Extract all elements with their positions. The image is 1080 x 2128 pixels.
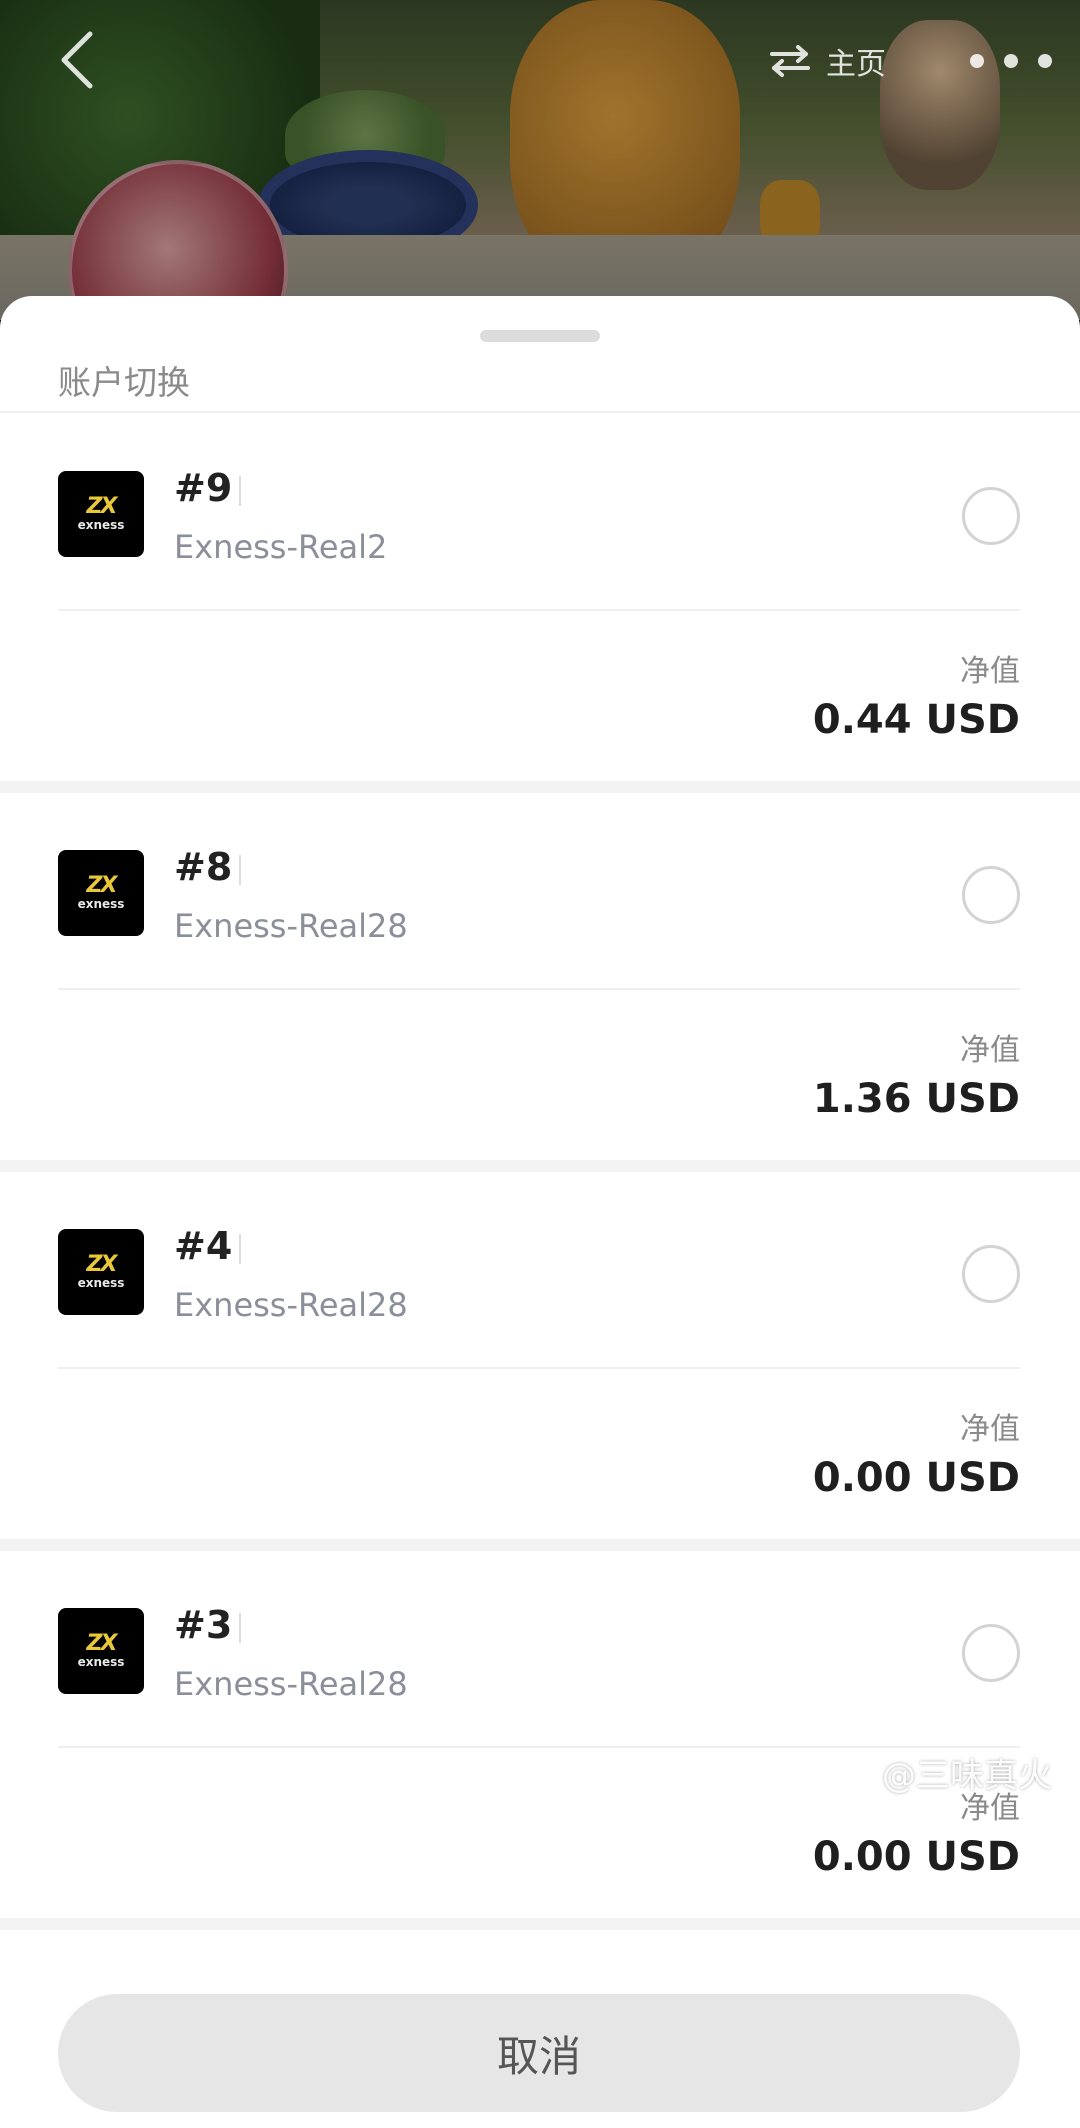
divider (239, 1613, 241, 1643)
back-button[interactable] (50, 28, 110, 92)
divider (239, 476, 241, 506)
account-item[interactable]: ZX exness #8 Exness-Real28 净值 1.36 USD (0, 793, 1080, 1160)
exness-logo: ZX exness (58, 471, 144, 557)
account-server: Exness-Real28 (174, 907, 408, 945)
account-number: #9 (174, 466, 233, 510)
swap-arrows-icon (770, 45, 810, 77)
account-item[interactable]: ZX exness #9 Exness-Real2 净值 0.44 USD (0, 414, 1080, 781)
account-server: Exness-Real28 (174, 1665, 408, 1703)
account-number: #4 (174, 1224, 233, 1268)
equity-value: 0.44 USD (812, 697, 1020, 743)
account-radio[interactable] (962, 1245, 1020, 1303)
more-dot-icon (1004, 54, 1018, 68)
watermark-logo-icon (843, 1757, 875, 1788)
account-radio[interactable] (962, 487, 1020, 545)
equity-label: 净值 (960, 654, 1020, 689)
cancel-button[interactable]: 取消 (58, 1994, 1020, 2112)
account-item[interactable]: ZX exness #3 Exness-Real28 净值 0.00 USD (0, 1551, 1080, 1918)
switch-home-button[interactable]: 主页 (768, 38, 886, 84)
exness-logo: ZX exness (58, 850, 144, 936)
equity-value: 1.36 USD (812, 1076, 1020, 1122)
divider (58, 609, 1020, 611)
more-dot-icon (1038, 54, 1052, 68)
section-gap (0, 1918, 1080, 1930)
account-radio[interactable] (962, 866, 1020, 924)
account-server: Exness-Real2 (174, 528, 388, 566)
home-label: 主页 (826, 47, 886, 82)
more-options-button[interactable] (970, 44, 1052, 78)
equity-value: 0.00 USD (812, 1834, 1020, 1880)
sheet-title: 账户切换 (58, 363, 190, 402)
account-number: #3 (174, 1603, 233, 1647)
cancel-label: 取消 (496, 2031, 581, 2081)
divider (239, 855, 241, 885)
divider (0, 411, 1080, 413)
section-gap (0, 781, 1080, 793)
divider (58, 1367, 1020, 1369)
exness-logo: ZX exness (58, 1229, 144, 1315)
account-radio[interactable] (962, 1624, 1020, 1682)
watermark: @三味真火 (842, 1748, 1052, 1797)
section-gap (0, 1160, 1080, 1172)
chevron-left-icon (61, 31, 93, 89)
equity-value: 0.00 USD (812, 1455, 1020, 1501)
equity-label: 净值 (960, 1033, 1020, 1068)
equity-label: 净值 (960, 1412, 1020, 1447)
account-server: Exness-Real28 (174, 1286, 408, 1324)
exness-logo: ZX exness (58, 1608, 144, 1694)
top-bar: 主页 (0, 0, 1080, 120)
sheet-drag-handle[interactable] (480, 330, 600, 342)
divider (58, 988, 1020, 990)
account-number: #8 (174, 845, 233, 889)
account-item[interactable]: ZX exness #4 Exness-Real28 净值 0.00 USD (0, 1172, 1080, 1539)
section-gap (0, 1539, 1080, 1551)
account-switch-sheet: 账户切换 ZX exness #9 Exness-Real2 净值 0.44 U… (0, 296, 1080, 2128)
more-dot-icon (970, 54, 984, 68)
watermark-text: @三味真火 (882, 1756, 1052, 1796)
divider (239, 1234, 241, 1264)
